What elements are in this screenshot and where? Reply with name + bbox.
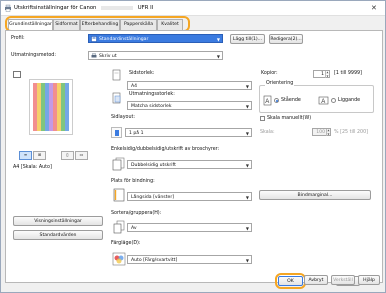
- window-title: Utskriftsinställningar för Canon UFR II: [14, 5, 154, 11]
- page-layout-icon: [111, 127, 122, 138]
- profile-icon: [91, 36, 97, 42]
- portrait-page-icon: A: [263, 95, 272, 106]
- output-method-select[interactable]: Skriv ut ▼: [88, 51, 223, 60]
- chevron-down-icon: ▼: [245, 258, 249, 263]
- view-settings-button[interactable]: Visningsinställningar: [13, 216, 103, 226]
- color-mode-icon: [112, 252, 126, 266]
- edit-profile-button[interactable]: Redigera(2)...: [269, 34, 303, 44]
- portrait-radio[interactable]: [274, 98, 279, 103]
- landscape-page-icon: A: [318, 96, 329, 105]
- spinner-arrows-icon[interactable]: ▲ ▼: [326, 129, 330, 136]
- scale-value: 100: [316, 130, 325, 135]
- binding-margin-button[interactable]: Bindmarginal...: [259, 190, 371, 200]
- redacted-printer-name: [101, 5, 134, 10]
- page-size-select[interactable]: A4 ▼: [127, 81, 252, 90]
- collate-value: Av: [131, 225, 137, 231]
- duplex-label: Enkelsidig/dubbelsidig/utskrift av brosc…: [111, 147, 220, 152]
- profile-label: Profil:: [11, 36, 25, 41]
- restore-defaults-button[interactable]: Standardvärden: [13, 230, 103, 240]
- scale-label: Skala:: [260, 130, 275, 135]
- manual-scaling-label: Skala manuellt(W): [267, 116, 312, 121]
- close-button[interactable]: ✕: [371, 4, 377, 12]
- chevron-down-icon: ▼: [216, 54, 220, 59]
- duplex-icon: [112, 157, 125, 171]
- preview-caption: A4 [Skala: Auto]: [13, 165, 52, 170]
- view-layout-1-button[interactable]: ≡: [19, 151, 32, 160]
- binding-icon: [113, 188, 125, 202]
- landscape-radio[interactable]: [331, 98, 336, 103]
- chevron-down-icon: ▼: [245, 104, 249, 109]
- page-layout-value: 1 på 1: [129, 130, 144, 136]
- chevron-down-icon: ▼: [245, 131, 249, 136]
- copies-label: Kopior:: [261, 71, 278, 76]
- page-size-value: A4: [131, 83, 138, 89]
- output-size-value: Matcha sidstorlek: [131, 103, 172, 109]
- page-preview: [29, 79, 73, 135]
- chevron-down-icon: ▼: [245, 163, 249, 168]
- cancel-button-footer[interactable]: Avbryt: [304, 275, 328, 285]
- preview-image: [33, 83, 69, 131]
- page-layout-select[interactable]: 1 på 1 ▼: [125, 128, 252, 137]
- orientation-label: Orientering: [265, 81, 295, 86]
- scale-range: % [25 till 200]: [334, 130, 369, 135]
- printer-icon: [5, 4, 11, 12]
- page-size-label: Sidstorlek:: [129, 71, 155, 76]
- color-mode-select[interactable]: Auto [Färg/svartvitt] ▼: [127, 255, 252, 264]
- help-button[interactable]: Hjälp: [358, 275, 380, 285]
- portrait-label: Stående: [281, 98, 301, 103]
- output-method-label: Utmatningsmetod:: [11, 53, 56, 58]
- duplex-select[interactable]: Dubbelsidig utskrift ▼: [127, 160, 252, 169]
- color-mode-label: Färgläge(D):: [111, 241, 141, 246]
- binding-select[interactable]: Långsida [vänster] ▼: [127, 192, 252, 201]
- print-icon: [91, 53, 97, 58]
- landscape-label: Liggande: [338, 98, 361, 103]
- binding-value: Långsida [vänster]: [131, 194, 175, 200]
- spinner-arrows-icon[interactable]: ▲ ▼: [325, 71, 329, 78]
- view-layout-4-button[interactable]: ▭: [75, 151, 88, 160]
- svg-text:A: A: [265, 99, 269, 105]
- svg-text:A: A: [321, 99, 325, 105]
- collate-select[interactable]: Av ▼: [127, 223, 252, 232]
- scale-spinner[interactable]: 100 ▲ ▼: [312, 128, 331, 136]
- profile-value: Standardinställningar: [99, 36, 149, 42]
- color-mode-value: Auto [Färg/svartvitt]: [131, 257, 178, 263]
- chevron-down-icon: ▼: [216, 37, 220, 42]
- output-method-value: Skriv ut: [99, 53, 117, 59]
- view-layout-2-button[interactable]: ⊞: [33, 151, 46, 160]
- page-layout-label: Sidlayout:: [111, 115, 136, 120]
- preview-toggle-icon[interactable]: [13, 71, 21, 78]
- chevron-down-icon: ▼: [245, 226, 249, 231]
- add-profile-button[interactable]: Lägg till(1)...: [230, 34, 265, 44]
- chevron-down-icon: ▼: [245, 195, 249, 200]
- copies-range: [1 till 9999]: [334, 71, 362, 76]
- copies-value: 1: [321, 72, 324, 77]
- binding-label: Plats för bindning:: [111, 179, 155, 184]
- chevron-down-icon: ▼: [245, 84, 249, 89]
- output-size-icon: [112, 92, 121, 104]
- manual-scaling-checkbox[interactable]: [260, 116, 265, 121]
- output-size-select[interactable]: Matcha sidstorlek ▼: [127, 101, 252, 110]
- ok-button[interactable]: OK: [278, 276, 303, 286]
- page-size-icon: [112, 69, 121, 81]
- collate-icon: [113, 220, 125, 234]
- collate-label: Sortera/gruppera(H):: [111, 211, 162, 216]
- copies-spinner[interactable]: 1 ▲ ▼: [313, 70, 330, 78]
- print-settings-window: Utskriftsinställningar för Canon UFR II …: [0, 0, 386, 293]
- view-layout-3-button[interactable]: ▯: [61, 151, 74, 160]
- apply-button[interactable]: Verkställ: [331, 275, 355, 285]
- profile-select[interactable]: Standardinställningar ▼: [88, 34, 223, 43]
- output-size-label: Utmatningsstorlek:: [129, 92, 175, 97]
- title-bar: Utskriftsinställningar för Canon UFR II …: [1, 1, 385, 16]
- duplex-value: Dubbelsidig utskrift: [131, 162, 176, 168]
